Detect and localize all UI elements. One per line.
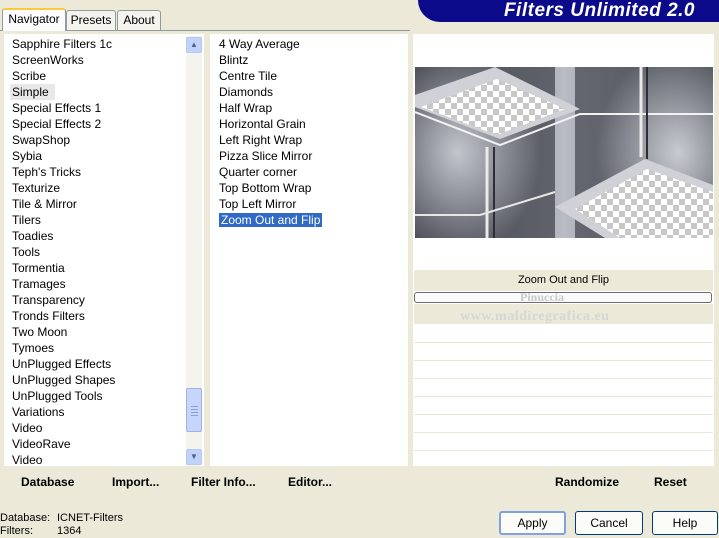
help-button[interactable]: Help (652, 511, 718, 535)
category-item[interactable]: Scribe (10, 68, 182, 84)
filter-list-panel: 4 Way Average Blintz Centre Tile Diamonds Ha… (210, 34, 408, 466)
category-item[interactable]: Tools (10, 244, 182, 260)
cancel-button[interactable]: Cancel (575, 511, 643, 535)
apply-button[interactable]: Apply (499, 511, 566, 535)
scroll-thumb[interactable] (186, 388, 202, 432)
filter-item[interactable]: Diamonds (217, 84, 402, 100)
tab-navigator[interactable]: Navigator (2, 8, 66, 31)
filter-item[interactable]: 4 Way Average (217, 36, 402, 52)
filter-item-label: Top Bottom Wrap (219, 181, 312, 195)
category-item[interactable]: Sybia (10, 148, 182, 164)
tab-presets[interactable]: Presets (66, 10, 116, 30)
filter-item-label: Top Left Mirror (219, 197, 297, 211)
filter-item[interactable]: Centre Tile (217, 68, 402, 84)
category-item[interactable]: Transparency (10, 292, 182, 308)
category-item[interactable]: Sapphire Filters 1c (10, 36, 182, 52)
category-scrollbar[interactable]: ▲ ▼ (186, 36, 202, 466)
editor-button[interactable]: Editor... (288, 475, 332, 489)
filter-item-label: 4 Way Average (219, 37, 300, 51)
app-title-banner: Filters Unlimited 2.0 (418, 0, 719, 22)
filter-item-label: Half Wrap (219, 101, 273, 115)
filter-item[interactable]: Left Right Wrap (217, 132, 402, 148)
filter-item[interactable]: Top Left Mirror (217, 196, 402, 212)
filter-item-label: Centre Tile (219, 69, 278, 83)
category-item[interactable]: Variations (10, 404, 182, 420)
filter-item[interactable]: Half Wrap (217, 100, 402, 116)
watermark-line1: Pinuccia (520, 290, 564, 304)
watermark-line2: www.maldiregrafica.eu (460, 309, 610, 324)
category-item[interactable]: VideoRave (10, 436, 182, 452)
reset-button[interactable]: Reset (654, 475, 687, 489)
scroll-down-icon[interactable]: ▼ (186, 449, 202, 465)
import-button[interactable]: Import... (112, 475, 159, 489)
category-item[interactable]: SwapShop (10, 132, 182, 148)
filter-item-label: Left Right Wrap (219, 133, 303, 147)
category-item[interactable]: Tronds Filters (10, 308, 182, 324)
database-button[interactable]: Database (21, 475, 74, 489)
category-item[interactable]: ScreenWorks (10, 52, 182, 68)
filter-list[interactable]: 4 Way Average Blintz Centre Tile Diamonds Ha… (217, 36, 402, 228)
filter-item[interactable]: Quarter corner (217, 164, 402, 180)
category-item[interactable]: Teph's Tricks (10, 164, 182, 180)
category-item[interactable]: Tramages (10, 276, 182, 292)
category-item[interactable]: UnPlugged Effects (10, 356, 182, 372)
category-item[interactable]: Video (10, 420, 182, 436)
filter-item-label: Pizza Slice Mirror (219, 149, 313, 163)
status-filters-label: Filters: (0, 525, 33, 537)
tab-about[interactable]: About (117, 10, 161, 30)
filter-info-button[interactable]: Filter Info... (191, 475, 256, 489)
randomize-button[interactable]: Randomize (555, 475, 619, 489)
filter-item-label: Horizontal Grain (219, 117, 306, 131)
preview-filter-name: Zoom Out and Flip (517, 274, 610, 286)
category-item[interactable]: Special Effects 2 (10, 116, 182, 132)
category-list-panel: Sapphire Filters 1c ScreenWorks Scribe Simp… (4, 34, 204, 468)
filter-item[interactable]: Zoom Out and Flip (217, 212, 402, 228)
category-item[interactable]: Special Effects 1 (10, 100, 182, 116)
filter-item-label: Blintz (219, 53, 249, 67)
filter-item-label: Quarter corner (219, 165, 298, 179)
status-database-value: ICNET-Filters (57, 512, 123, 524)
scroll-up-icon[interactable]: ▲ (186, 37, 202, 53)
category-item[interactable]: UnPlugged Shapes (10, 372, 182, 388)
filter-item-label: Diamonds (219, 85, 274, 99)
filter-item-label: Zoom Out and Flip (219, 213, 323, 227)
category-item[interactable]: Simple (10, 84, 55, 100)
filter-item[interactable]: Horizontal Grain (217, 116, 402, 132)
status-filters-value: 1364 (57, 525, 82, 537)
category-item[interactable]: Two Moon (10, 324, 182, 340)
category-list[interactable]: Sapphire Filters 1c ScreenWorks Scribe Simp… (10, 36, 182, 468)
category-item[interactable]: Toadies (10, 228, 182, 244)
category-item[interactable]: Texturize (10, 180, 182, 196)
filter-item[interactable]: Blintz (217, 52, 402, 68)
filter-item[interactable]: Pizza Slice Mirror (217, 148, 402, 164)
category-item[interactable]: Tormentia (10, 260, 182, 276)
category-item[interactable]: UnPlugged Tools (10, 388, 182, 404)
category-item[interactable]: Tile & Mirror (10, 196, 182, 212)
filter-item[interactable]: Top Bottom Wrap (217, 180, 402, 196)
category-item[interactable]: Tilers (10, 212, 182, 228)
status-database-label: Database: (0, 512, 51, 524)
category-item[interactable]: Tymoes (10, 340, 182, 356)
preview-image (414, 67, 713, 238)
